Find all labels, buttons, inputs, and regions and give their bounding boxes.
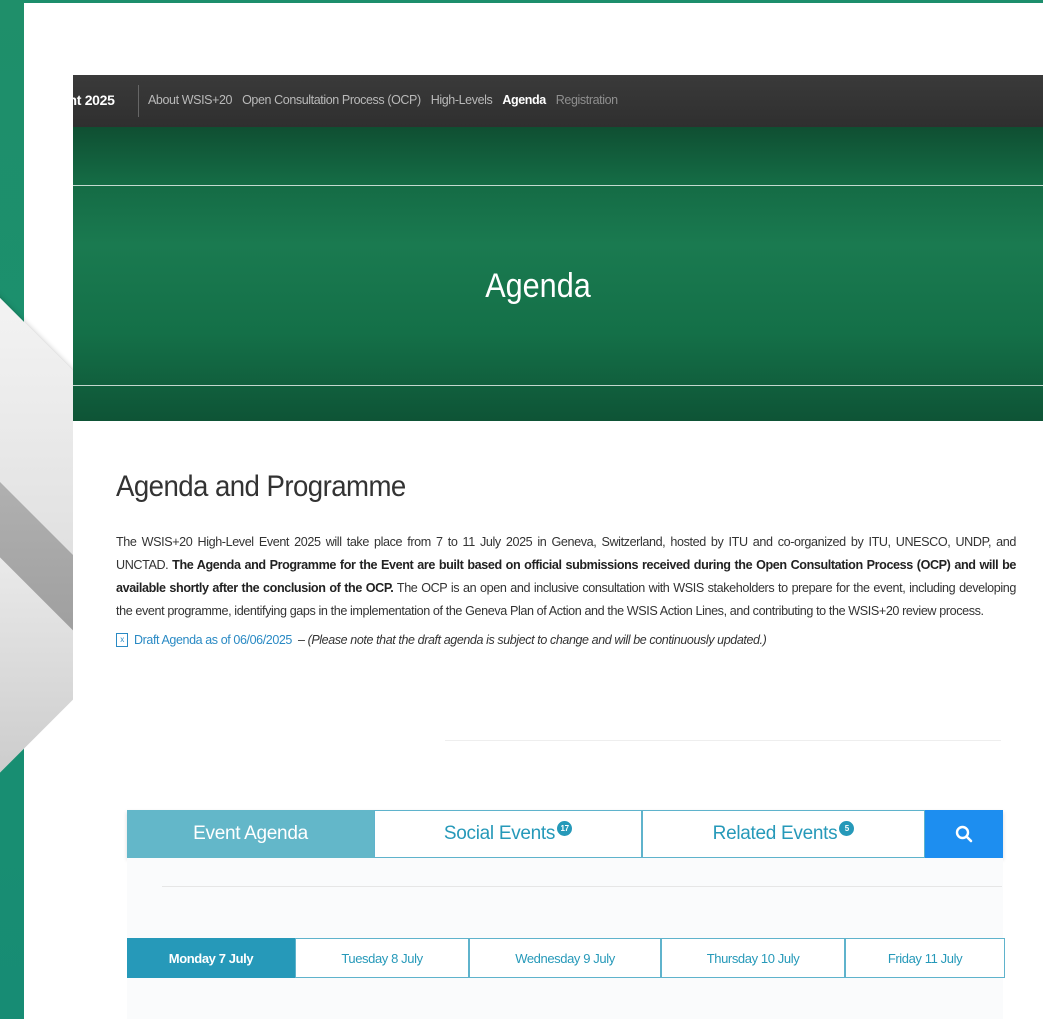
top-navigation: ent 2025 About WSIS+20 Open Consultation… (73, 75, 1043, 127)
section-divider (445, 740, 1001, 741)
day-tab-thursday[interactable]: Thursday 10 July (661, 938, 845, 978)
day-tab-tuesday[interactable]: Tuesday 8 July (295, 938, 469, 978)
frame-top-border (0, 0, 1043, 3)
day-tab-wednesday[interactable]: Wednesday 9 July (469, 938, 661, 978)
tab-related-events-label: Related Events (712, 823, 838, 844)
day-tab-friday[interactable]: Friday 11 July (845, 938, 1005, 978)
brand-link[interactable]: ent 2025 (73, 92, 115, 108)
nav-menu: About WSIS+20 Open Consultation Process … (148, 93, 618, 107)
social-events-count-badge: 17 (557, 820, 573, 836)
related-events-count-badge: 5 (839, 820, 855, 836)
search-icon (955, 825, 973, 843)
hero-bottom-line (73, 385, 1043, 386)
main-content: Agenda and Programme The WSIS+20 High-Le… (116, 470, 1016, 647)
hero-title: Agenda (485, 267, 591, 305)
website: ent 2025 About WSIS+20 Open Consultation… (73, 75, 1043, 1019)
nav-item-registration[interactable]: Registration (556, 93, 618, 107)
nav-item-ocp[interactable]: Open Consultation Process (OCP) (242, 93, 421, 107)
agenda-tabs: Event Agenda Social Events 17 Related Eve… (127, 810, 1003, 858)
nav-item-agenda[interactable]: Agenda (502, 93, 546, 107)
panel-divider (162, 886, 1002, 887)
tab-related-events[interactable]: Related Events 5 (642, 810, 925, 858)
draft-agenda-note: – (Please note that the draft agenda is … (297, 633, 767, 647)
tab-social-events-label: Social Events (443, 823, 556, 844)
search-button[interactable] (925, 810, 1003, 858)
draft-agenda-link[interactable]: Draft Agenda as of 06/06/2025 (134, 633, 292, 647)
intro-paragraph: The WSIS+20 High-Level Event 2025 will t… (116, 531, 1016, 623)
tab-event-agenda[interactable]: Event Agenda (127, 810, 374, 858)
day-tab-monday[interactable]: Monday 7 July (127, 938, 295, 978)
nav-item-high-levels[interactable]: High-Levels (431, 93, 493, 107)
day-tabs: Monday 7 July Tuesday 8 July Wednesday 9… (127, 938, 1007, 978)
draft-agenda-row: x Draft Agenda as of 06/06/2025 – (Pleas… (116, 633, 1016, 647)
tab-event-agenda-label: Event Agenda (193, 823, 308, 844)
hero-banner: Agenda (73, 127, 1043, 421)
hero-top-line (73, 185, 1043, 186)
draft-dash: – (297, 633, 308, 647)
document-icon: x (116, 633, 128, 647)
tab-social-events[interactable]: Social Events 17 (374, 810, 642, 858)
page-heading: Agenda and Programme (116, 470, 406, 503)
nav-divider (138, 85, 139, 117)
nav-item-about[interactable]: About WSIS+20 (148, 93, 232, 107)
draft-note-text: (Please note that the draft agenda is su… (307, 633, 767, 647)
